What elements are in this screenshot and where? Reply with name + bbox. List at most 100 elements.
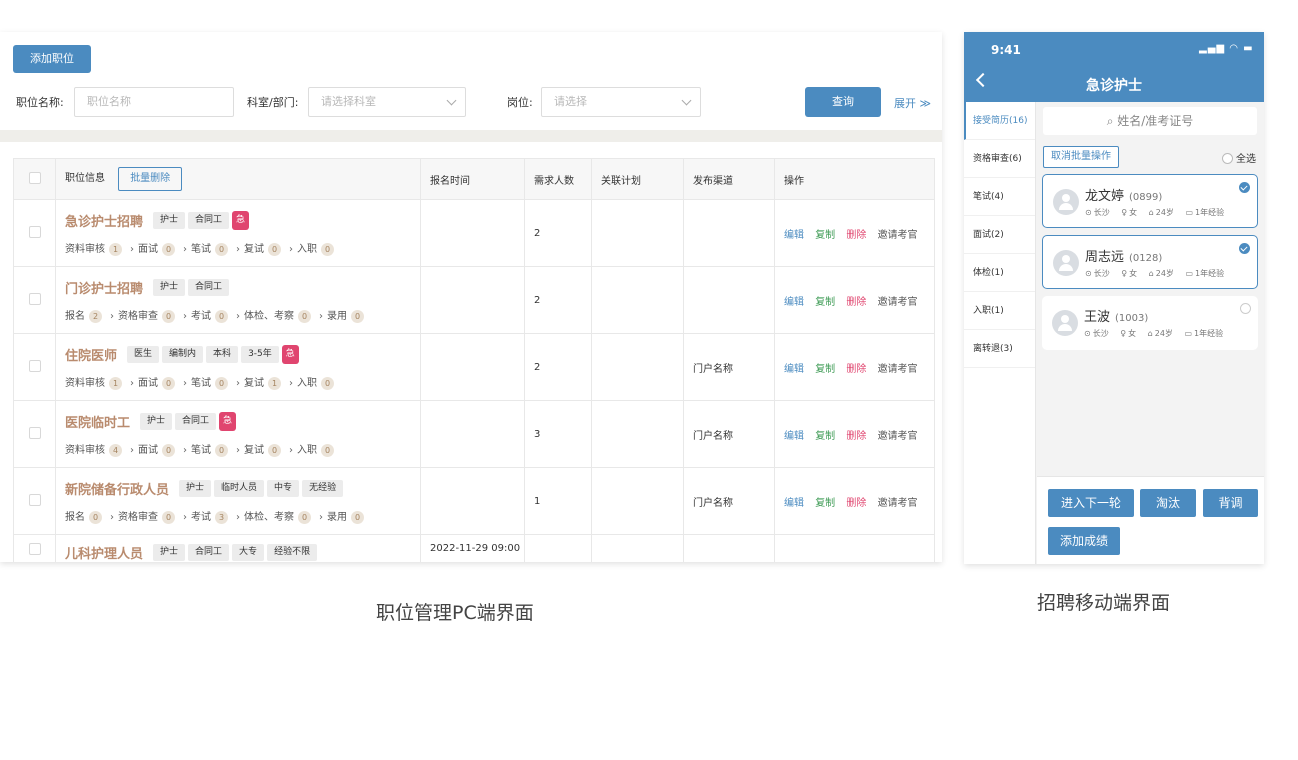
candidate-card[interactable]: 龙文婷 (0899) ⊙ 长沙 ♀ 女 ⌂ 24岁 ▭ 1年经验 — [1042, 174, 1258, 228]
job-tag: 护士 — [140, 412, 173, 430]
delete-link[interactable]: 删除 — [846, 230, 866, 241]
invite-examiner-link[interactable]: 邀请考官 — [878, 431, 918, 442]
stage-label[interactable]: 考试 — [191, 512, 211, 523]
delete-link[interactable]: 删除 — [846, 297, 866, 308]
stage-tab[interactable]: 接受简历(16) — [964, 102, 1035, 140]
expand-link[interactable]: 展开 ≫ — [894, 95, 931, 111]
next-round-button[interactable]: 进入下一轮 — [1048, 489, 1134, 517]
briefcase-icon: ▭ — [1185, 269, 1194, 278]
job-title-link[interactable]: 门诊护士招聘 — [65, 282, 143, 297]
age-icon: ⌂ — [1148, 269, 1154, 278]
stage-flow: 报名 0 › 资格审查 0 › 考试 3 › 体检、考察 0 › 录用 0 — [65, 508, 420, 524]
add-position-button[interactable]: 添加职位 — [13, 45, 91, 73]
query-button[interactable]: 查询 — [805, 87, 881, 117]
select-all-toggle[interactable]: 全选 — [1222, 150, 1256, 165]
stage-tab[interactable]: 体检(1) — [964, 254, 1035, 292]
stage-label[interactable]: 资格审查 — [118, 512, 158, 523]
job-title-link[interactable]: 儿科护理人员 — [65, 547, 143, 562]
stage-label[interactable]: 体检、考察 — [244, 311, 294, 322]
delete-link[interactable]: 删除 — [846, 364, 866, 375]
stage-flow: 资料审核 4 › 面试 0 › 笔试 0 › 复试 0 › 入职 0 — [65, 441, 420, 457]
invite-examiner-link[interactable]: 邀请考官 — [878, 297, 918, 308]
edit-link[interactable]: 编辑 — [784, 498, 804, 509]
invite-examiner-link[interactable]: 邀请考官 — [878, 498, 918, 509]
candidate-card[interactable]: 王波 (1003) ⊙ 长沙 ♀ 女 ⌂ 24岁 ▭ 1年经验 — [1042, 296, 1258, 350]
row-checkbox[interactable] — [28, 292, 41, 305]
stage-label[interactable]: 笔试 — [191, 244, 211, 255]
chevron-right-icon: › — [236, 243, 240, 255]
copy-link[interactable]: 复制 — [815, 498, 835, 509]
edit-link[interactable]: 编辑 — [784, 431, 804, 442]
stage-label[interactable]: 笔试 — [191, 378, 211, 389]
add-score-button[interactable]: 添加成绩 — [1048, 527, 1120, 555]
eliminate-button[interactable]: 淘汰 — [1140, 489, 1196, 517]
stage-label[interactable]: 入职 — [297, 378, 317, 389]
edit-link[interactable]: 编辑 — [784, 364, 804, 375]
row-checkbox[interactable] — [28, 225, 41, 238]
stage-label[interactable]: 录用 — [327, 512, 347, 523]
search-icon: ⌕ — [1106, 114, 1114, 128]
job-title-link[interactable]: 新院储备行政人员 — [65, 483, 169, 498]
post-select[interactable]: 请选择 — [541, 87, 701, 117]
row-checkbox[interactable] — [28, 493, 41, 506]
stage-tab[interactable]: 面试(2) — [964, 216, 1035, 254]
chevron-right-icon: › — [130, 444, 134, 456]
invite-examiner-link[interactable]: 邀请考官 — [878, 364, 918, 375]
stage-label[interactable]: 入职 — [297, 445, 317, 456]
candidate-search-input[interactable]: ⌕ 姓名/准考证号 — [1043, 107, 1257, 135]
stage-label[interactable]: 体检、考察 — [244, 512, 294, 523]
plan-cell — [591, 266, 684, 334]
stage-label[interactable]: 资料审核 — [65, 244, 105, 255]
edit-link[interactable]: 编辑 — [784, 297, 804, 308]
batch-delete-button[interactable]: 批量删除 — [118, 167, 183, 191]
stage-tab[interactable]: 入职(1) — [964, 292, 1035, 330]
stage-label[interactable]: 面试 — [138, 244, 158, 255]
position-name-input[interactable]: 职位名称 — [74, 87, 234, 117]
need-count-cell — [524, 534, 592, 562]
delete-link[interactable]: 删除 — [846, 498, 866, 509]
candidate-card[interactable]: 周志远 (0128) ⊙ 长沙 ♀ 女 ⌂ 24岁 ▭ 1年经验 — [1042, 235, 1258, 289]
briefcase-icon: ▭ — [1184, 329, 1193, 338]
stage-label[interactable]: 资料审核 — [65, 445, 105, 456]
stage-label[interactable]: 复试 — [244, 244, 264, 255]
stage-tab[interactable]: 笔试(4) — [964, 178, 1035, 216]
stage-tab[interactable]: 资格审查(6) — [964, 140, 1035, 178]
copy-link[interactable]: 复制 — [815, 364, 835, 375]
copy-link[interactable]: 复制 — [815, 431, 835, 442]
stage-label[interactable]: 资料审核 — [65, 378, 105, 389]
actions-cell: 编辑 复制 删除 邀请考官 — [774, 400, 935, 468]
row-checkbox[interactable] — [28, 359, 41, 372]
stage-label[interactable]: 复试 — [244, 378, 264, 389]
job-tag: 合同工 — [188, 544, 230, 561]
stage-label[interactable]: 复试 — [244, 445, 264, 456]
stage-label[interactable]: 考试 — [191, 311, 211, 322]
stage-tab[interactable]: 离转退(3) — [964, 330, 1035, 368]
stage-label[interactable]: 报名 — [65, 311, 85, 322]
job-title-link[interactable]: 急诊护士招聘 — [65, 215, 143, 230]
stage-label[interactable]: 笔试 — [191, 445, 211, 456]
stage-label[interactable]: 报名 — [65, 512, 85, 523]
copy-link[interactable]: 复制 — [815, 230, 835, 241]
stage-label[interactable]: 录用 — [327, 311, 347, 322]
job-title-link[interactable]: 住院医师 — [65, 349, 117, 364]
check-circle-icon[interactable] — [1240, 303, 1251, 314]
copy-link[interactable]: 复制 — [815, 297, 835, 308]
stage-count: 0 — [215, 376, 228, 390]
stage-label[interactable]: 入职 — [297, 244, 317, 255]
candidate-city: 长沙 — [1092, 329, 1109, 338]
invite-examiner-link[interactable]: 邀请考官 — [878, 230, 918, 241]
job-title-link[interactable]: 医院临时工 — [65, 416, 130, 431]
edit-link[interactable]: 编辑 — [784, 230, 804, 241]
background-check-button[interactable]: 背调 — [1203, 489, 1258, 517]
cancel-batch-button[interactable]: 取消批量操作 — [1043, 146, 1119, 168]
row-checkbox[interactable] — [28, 543, 41, 555]
check-circle-icon[interactable] — [1239, 243, 1250, 254]
delete-link[interactable]: 删除 — [846, 431, 866, 442]
stage-label[interactable]: 资格审查 — [118, 311, 158, 322]
dept-select[interactable]: 请选择科室 — [308, 87, 466, 117]
row-checkbox[interactable] — [28, 426, 41, 439]
select-all-checkbox[interactable] — [28, 171, 41, 184]
check-circle-icon[interactable] — [1239, 182, 1250, 193]
stage-label[interactable]: 面试 — [138, 445, 158, 456]
stage-label[interactable]: 面试 — [138, 378, 158, 389]
